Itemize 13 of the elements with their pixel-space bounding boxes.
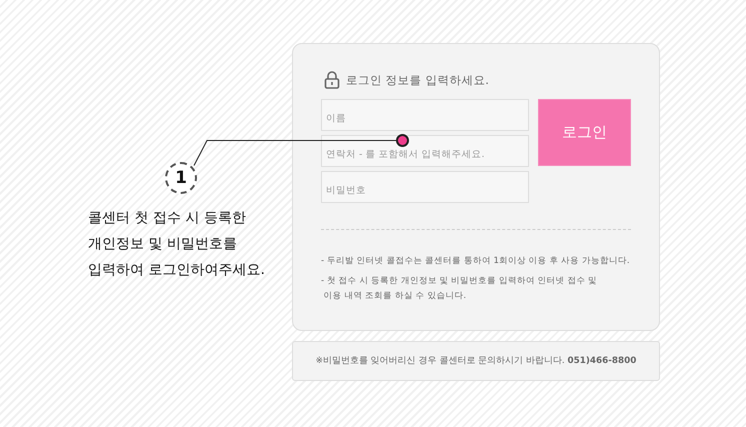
step-number: 1 [165,162,197,194]
instruction-text: 입력하여 로그인하여주세요. [88,261,265,280]
input-field[interactable]: 연락처 - 를 포함해서 입력해주세요. [321,135,529,167]
instruction-text: 개인정보 및 비밀번호를 [88,235,238,254]
login-button[interactable]: 로그인 [538,99,631,166]
input-field[interactable]: 이름 [321,99,529,131]
login-title: 로그인 정보를 입력하세요. [346,72,489,88]
note-text: - 첫 접수 시 등록한 개인정보 및 비밀번호를 입력하여 인터넷 접수 및 이용 내역 조회를 하실 수 있습니다. [321,275,598,303]
note-text: - 두리발 인터넷 콜접수는 콜센터를 통하여 1회이상 이용 후 사용 가능합니다. [321,255,631,268]
lock-icon [324,71,340,89]
instruction-text: 콜센터 첫 접수 시 등록한 [88,209,247,228]
contact-text: ※비밀번호를 잊어버리신 경우 콜센터로 문의하시기 바랍니다. 051)466-8800 [316,355,636,367]
input-field[interactable]: 비밀번호 [321,171,529,203]
